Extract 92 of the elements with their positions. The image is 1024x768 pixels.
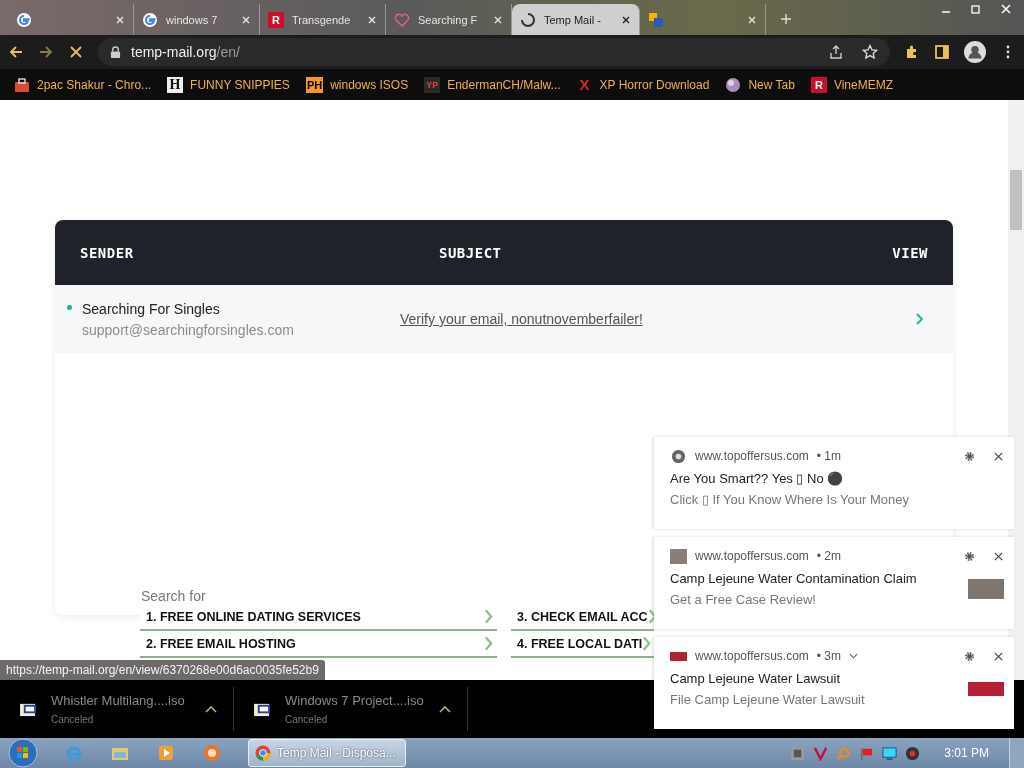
squares-icon bbox=[648, 11, 664, 28]
tab-title: windows 7 bbox=[166, 13, 218, 26]
chevron-icon bbox=[484, 636, 493, 651]
monitor-icon[interactable] bbox=[882, 745, 898, 761]
google-icon bbox=[142, 11, 158, 28]
browser-tab[interactable]: Temp Mail - bbox=[512, 4, 640, 35]
photo-placeholder bbox=[968, 579, 1004, 599]
notification-site: www.topoffersus.com bbox=[695, 549, 809, 563]
close-icon[interactable] bbox=[993, 450, 1004, 462]
new-tab-icon[interactable] bbox=[780, 13, 792, 25]
bookmark[interactable]: 2pac Shakur - Chro... bbox=[14, 76, 152, 93]
bookmark-logo-icon: H bbox=[167, 76, 184, 93]
side-panel-icon[interactable] bbox=[934, 44, 950, 60]
chrome-icon bbox=[670, 448, 687, 464]
photo-placeholder bbox=[670, 548, 687, 564]
notification-age: • 3m bbox=[816, 649, 842, 663]
tab-logo-icon: R bbox=[268, 11, 284, 28]
address-bar[interactable]: temp-mail.org/en/ bbox=[98, 38, 890, 66]
chrome-icon bbox=[255, 745, 271, 761]
forward-icon[interactable] bbox=[38, 44, 54, 60]
banner-image bbox=[968, 682, 1004, 696]
bookmark[interactable]: X XP Horror Download bbox=[576, 76, 710, 93]
lock-icon bbox=[110, 45, 121, 59]
column-header: SUBJECT bbox=[439, 244, 503, 261]
column-header: VIEW bbox=[892, 244, 928, 261]
back-icon[interactable] bbox=[8, 44, 24, 60]
restore-icon[interactable] bbox=[970, 3, 982, 15]
status-url: https://temp-mail.org/en/view/6370268e00d6ac0035fe52b9 bbox=[0, 660, 325, 680]
media-player-icon[interactable] bbox=[156, 743, 176, 763]
bookmark[interactable]: PH windows ISOS bbox=[305, 76, 409, 93]
download-name: Windows 7 Project....iso bbox=[285, 693, 425, 708]
ad-link[interactable]: 1. FREE ONLINE DATING SERVICES bbox=[140, 604, 497, 631]
star-icon[interactable] bbox=[862, 44, 878, 60]
bookmark-logo-icon: YP bbox=[424, 76, 441, 93]
sender-address: support@searchingforsingles.com bbox=[82, 321, 294, 338]
bookmark[interactable]: H FUNNY SNIPPIES bbox=[167, 76, 290, 93]
download-name: Whistler Multilang....iso bbox=[51, 693, 186, 708]
notification-card[interactable]: www.topoffersus.com • 3m Camp Lejeune Water Lawsuit File Camp Lejeune Water Lawsuit bbox=[654, 637, 1014, 729]
stop-icon[interactable] bbox=[68, 44, 84, 60]
speaker-icon[interactable] bbox=[905, 745, 921, 761]
sender-name: Searching For Singles bbox=[82, 300, 221, 317]
download-item[interactable]: Windows 7 Project....iso Canceled bbox=[234, 687, 468, 731]
download-status: Canceled bbox=[285, 714, 329, 725]
notification-site: www.topoffersus.com bbox=[695, 449, 809, 463]
notification-message: Get a Free Case Review! bbox=[670, 592, 817, 607]
heart-icon bbox=[394, 11, 410, 28]
subject-link[interactable]: Verify your email, nonutnovemberfailer! bbox=[400, 311, 915, 327]
message-row[interactable]: Searching For Singles support@searchingforsingles.com Verify your email, nonutnovemberfailer! bbox=[55, 285, 953, 353]
notification-title: Camp Lejeune Water Contamination Claim bbox=[670, 571, 918, 586]
notification-age: • 2m bbox=[816, 549, 842, 563]
download-item[interactable]: Whistler Multilang....iso Canceled bbox=[0, 687, 234, 731]
start-button[interactable] bbox=[8, 738, 38, 768]
settings-icon[interactable] bbox=[964, 550, 975, 562]
download-status: Canceled bbox=[51, 714, 95, 725]
settings-icon[interactable] bbox=[964, 450, 975, 462]
tab-title: Transgende bbox=[292, 13, 351, 26]
notification-age: • 1m bbox=[816, 449, 842, 463]
chevron-icon bbox=[484, 609, 493, 624]
notification-site: www.topoffersus.com bbox=[695, 649, 809, 663]
bookmark[interactable]: YP EndermanCH/Malw... bbox=[424, 76, 561, 93]
notification-message: File Camp Lejeune Water Lawsuit bbox=[670, 692, 866, 707]
tab-title: Searching F bbox=[418, 13, 478, 26]
bookmark-logo-icon: X bbox=[576, 76, 593, 93]
close-icon[interactable] bbox=[993, 550, 1004, 562]
notification-card[interactable]: www.topoffersus.com • 1m Are You Smart?? Yes ▯ No ⚫ Click ▯ If You Know Where Is Your Money bbox=[654, 437, 1014, 529]
bookmark[interactable]: New Tab bbox=[725, 76, 795, 93]
loading-icon bbox=[520, 11, 536, 28]
tab-title: Temp Mail - bbox=[544, 13, 601, 26]
settings-icon[interactable] bbox=[964, 650, 975, 662]
bookmark-logo-icon: R bbox=[810, 76, 827, 93]
google-icon bbox=[16, 11, 32, 28]
notification-card[interactable]: www.topoffersus.com • 2m Camp Lejeune Water Contamination Claim Get a Free Case Review! bbox=[654, 537, 1014, 629]
briefcase-icon bbox=[14, 76, 30, 93]
profile-icon[interactable] bbox=[964, 41, 986, 63]
close-icon[interactable] bbox=[993, 650, 1004, 662]
disc-file-icon bbox=[20, 701, 37, 717]
bookmark-logo-icon: PH bbox=[305, 76, 324, 93]
notification-title: Camp Lejeune Water Lawsuit bbox=[670, 671, 842, 686]
caret-icon[interactable] bbox=[439, 705, 451, 713]
chevron-icon[interactable] bbox=[849, 653, 859, 659]
caret-icon[interactable] bbox=[205, 705, 217, 713]
ad-link[interactable]: 2. FREE EMAIL HOSTING bbox=[140, 631, 497, 658]
chevron-icon bbox=[642, 636, 652, 651]
bookmark[interactable]: R VineMEMZ bbox=[810, 76, 893, 93]
share-icon[interactable] bbox=[828, 44, 844, 60]
globe-icon bbox=[725, 76, 742, 93]
notification-title: Are You Smart?? Yes ▯ No ⚫ bbox=[670, 471, 845, 486]
ad-heading: Search for bbox=[140, 588, 207, 604]
close-icon[interactable] bbox=[621, 14, 631, 25]
notification-message: Click ▯ If You Know Where Is Your Money bbox=[670, 492, 910, 507]
column-header: SENDER bbox=[80, 244, 135, 261]
disc-file-icon bbox=[254, 701, 271, 717]
